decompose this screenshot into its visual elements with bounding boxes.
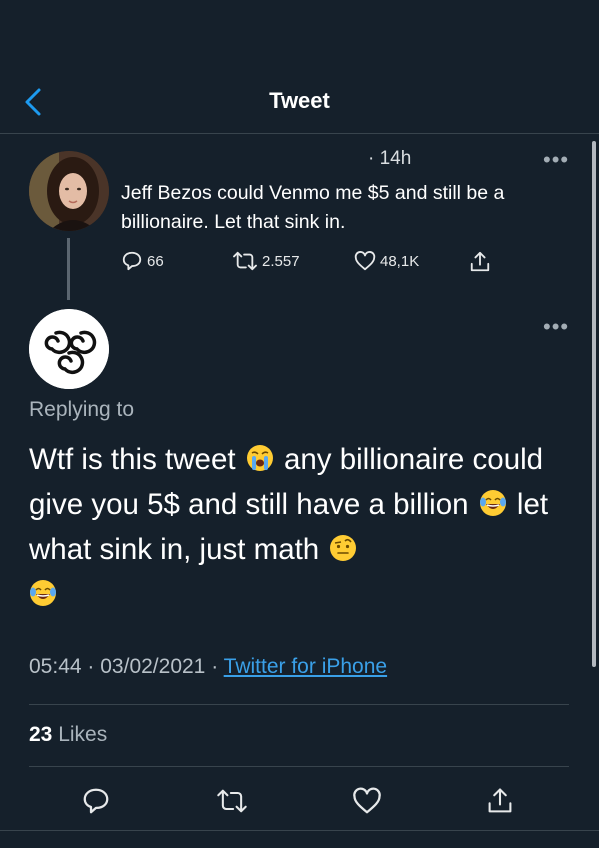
face-with-tears-of-joy-icon [479,490,506,516]
reply-count: 66 [147,252,164,270]
share-icon [470,251,490,272]
likes-label: Likes [58,723,108,746]
reply-icon [83,788,109,814]
heart-icon [354,251,376,271]
parent-more-icon[interactable]: ••• [543,147,569,173]
reply-button[interactable] [81,786,111,816]
avatar-photo [29,151,109,231]
parent-author-avatar[interactable] [29,151,109,231]
reply-more-icon[interactable]: ••• [543,314,569,340]
replying-to-label: Replying to [29,398,135,421]
divider [29,766,569,767]
tweet-meta: 05:44 · 03/02/2021 · Twitter for iPhone [29,655,387,679]
divider [29,704,569,705]
heart-icon [353,787,381,814]
like-count: 48,1K [380,252,420,270]
share-button[interactable] [486,786,516,816]
like-button[interactable] [352,786,382,816]
retweet-icon [217,789,247,813]
meta-separator: · [211,655,219,678]
retweet-icon [233,251,257,271]
reply-text-part-1: Wtf is this tweet [29,443,236,476]
retweet-count: 2.557 [262,252,300,270]
loudly-crying-face-icon [246,445,273,471]
tweet-source-link[interactable]: Twitter for iPhone [224,655,387,678]
parent-retweet-button[interactable]: 2.557 [232,250,300,272]
meta-separator: · [87,655,95,678]
face-with-tears-of-joy-icon [30,580,56,606]
parent-tweet-text: Jeff Bezos could Venmo me $5 and still b… [121,182,505,233]
page-title: Tweet [269,88,330,113]
reply-tweet-text: Wtf is this tweet any billionaire could … [29,437,579,617]
parent-like-button[interactable]: 48,1K [354,250,419,272]
parent-reply-button[interactable]: 66 [121,250,164,272]
parent-share-button[interactable] [469,250,495,274]
face-with-raised-eyebrow-icon [330,535,357,561]
share-icon [488,788,512,813]
tweet-date: 03/02/2021 [100,655,206,678]
parent-tweet-time: · 14h [368,148,412,169]
likes-count: 23 [29,723,53,746]
thread-connector [67,238,70,300]
retweet-button[interactable] [216,786,247,816]
likes-summary[interactable]: 23 Likes [29,723,107,747]
scrollbar[interactable] [592,141,596,667]
top-bar: Tweet [0,0,599,134]
tweet-time: 05:44 [29,655,82,678]
reply-author-avatar[interactable] [29,309,109,389]
bottom-divider [0,830,599,831]
reply-icon [122,251,142,271]
air-nomad-symbol-icon [29,309,109,389]
